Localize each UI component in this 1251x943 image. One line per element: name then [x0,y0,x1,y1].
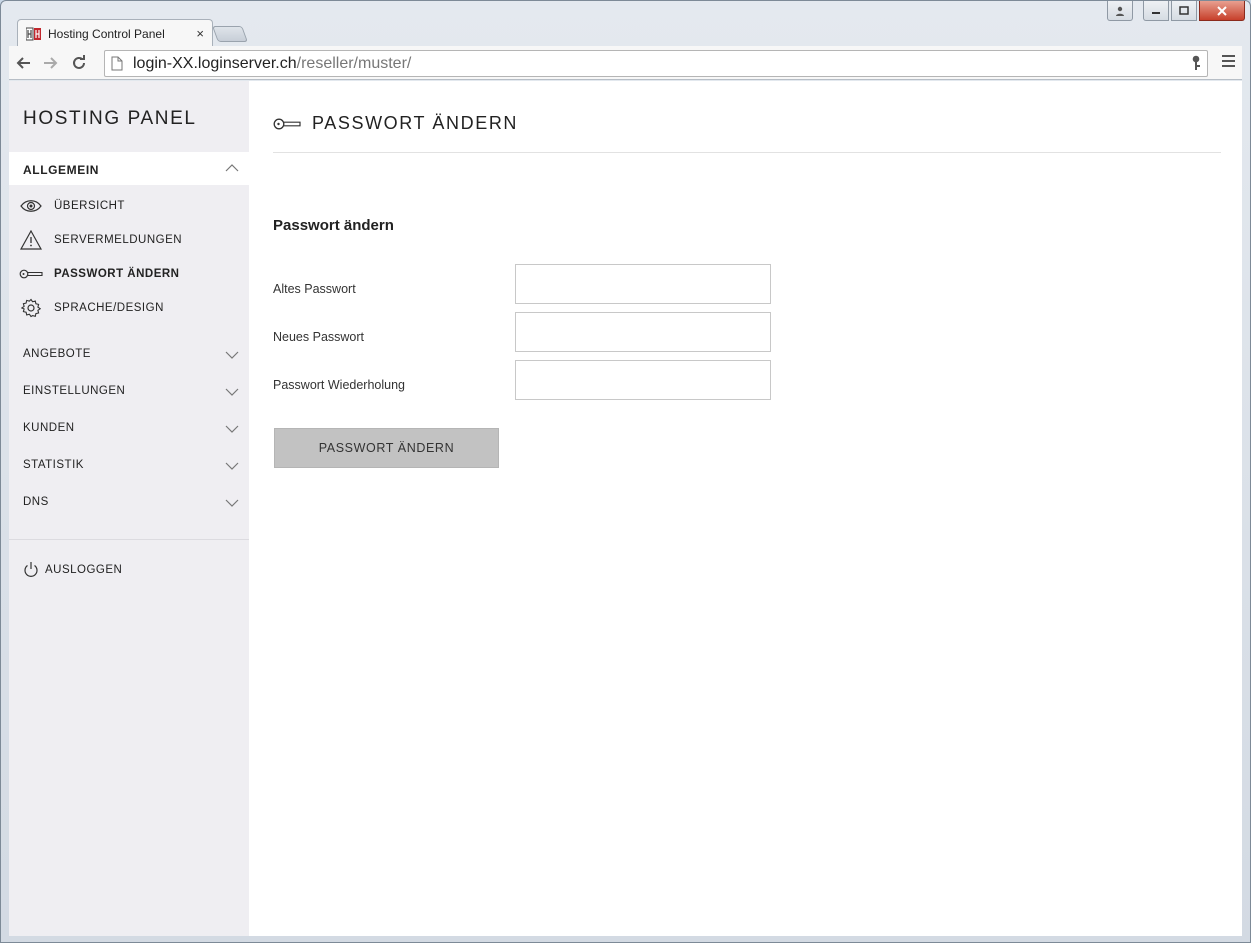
sidebar-group-label: STATISTIK [23,459,84,471]
sidebar-group-kunden[interactable]: KUNDEN [9,417,249,441]
password-key-button[interactable] [1191,55,1201,76]
page-header: PASSWORT ÄNDERN [273,113,1221,153]
eye-icon [19,196,43,216]
favicon-icon [26,27,42,41]
form-title: Passwort ändern [273,217,394,234]
chevron-down-icon [225,351,239,359]
sidebar-item-sprache-design[interactable]: SPRACHE/DESIGN [19,296,244,320]
tab-title: Hosting Control Panel [48,26,165,41]
sidebar-item-uebersicht[interactable]: ÜBERSICHT [19,194,244,218]
sidebar-divider [9,539,249,540]
section-allgemein-header[interactable]: ALLGEMEIN [9,152,249,185]
sidebar-group-einstellungen[interactable]: EINSTELLUNGEN [9,380,249,404]
browser-toolbar: login-XX.loginserver.ch/reseller/muster/ [9,46,1242,80]
sidebar-item-servermeldungen[interactable]: SERVERMELDUNGEN [19,228,244,252]
person-icon [1116,6,1124,16]
maximize-icon [1179,6,1189,15]
page-viewport: HOSTING PANEL ALLGEMEIN ÜBERSICHT SERVER… [9,81,1242,936]
sidebar-group-label: KUNDEN [23,422,75,434]
page-title: PASSWORT ÄNDERN [312,113,519,133]
arrow-left-icon [16,56,30,69]
close-icon [1217,5,1227,16]
maximize-button[interactable] [1171,1,1197,21]
sidebar-group-label: DNS [23,496,49,508]
url-path: /reseller/muster/ [296,54,412,72]
sidebar-item-label: SPRACHE/DESIGN [54,302,164,314]
new-tab-button[interactable] [212,26,248,42]
new-password-field[interactable] [515,312,771,352]
main-content: PASSWORT ÄNDERN Passwort ändern Altes Pa… [273,81,1221,936]
close-window-button[interactable] [1199,1,1245,21]
profile-button[interactable] [1107,1,1133,21]
forward-button[interactable] [37,49,65,77]
back-button[interactable] [9,49,37,77]
logout-link[interactable]: AUSLOGGEN [23,561,122,578]
sidebar-item-passwort-aendern[interactable]: PASSWORT ÄNDERN [19,262,244,286]
title-bar: Hosting Control Panel × [1,1,1250,47]
sidebar-item-label: SERVERMELDUNGEN [54,234,183,246]
change-password-button[interactable]: PASSWORT ÄNDERN [274,428,499,468]
sidebar-item-label: ÜBERSICHT [54,200,125,212]
key-icon [19,264,43,284]
key-icon [273,118,301,130]
sidebar-group-dns[interactable]: DNS [9,491,249,515]
brand-title: HOSTING PANEL [23,108,197,129]
chevron-down-icon [225,462,239,470]
chevron-up-icon [225,164,239,172]
reload-icon [73,54,85,69]
browser-tab[interactable]: Hosting Control Panel × [17,19,213,47]
minimize-button[interactable] [1143,1,1169,21]
sidebar-group-label: ANGEBOTE [23,348,91,360]
chevron-down-icon [225,388,239,396]
gear-icon [19,298,43,318]
tab-close-icon[interactable]: × [196,26,204,41]
warning-icon [19,230,43,250]
power-icon [24,562,38,577]
window-controls [1107,1,1245,21]
sidebar-group-statistik[interactable]: STATISTIK [9,454,249,478]
repeat-password-field[interactable] [515,360,771,400]
old-password-field[interactable] [515,264,771,304]
url-text: login-XX.loginserver.ch/reseller/muster/ [133,55,411,73]
new-password-label: Neues Passwort [273,330,365,344]
minimize-icon [1152,11,1160,14]
chrome-menu-button[interactable] [1218,52,1238,74]
key-icon [1192,55,1200,70]
sidebar: HOSTING PANEL ALLGEMEIN ÜBERSICHT SERVER… [9,81,249,936]
address-bar[interactable]: login-XX.loginserver.ch/reseller/muster/ [104,50,1208,77]
url-host: login-XX.loginserver.ch [133,54,297,72]
sidebar-group-label: EINSTELLUNGEN [23,385,126,397]
page-icon [111,56,123,71]
sidebar-group-angebote[interactable]: ANGEBOTE [9,343,249,367]
browser-window: Hosting Control Panel × login-XX.loginse… [0,0,1251,943]
sidebar-item-label: PASSWORT ÄNDERN [54,268,180,280]
chevron-down-icon [225,499,239,507]
arrow-right-icon [44,56,58,69]
repeat-password-label: Passwort Wiederholung [273,378,406,392]
old-password-label: Altes Passwort [273,282,356,296]
section-label: ALLGEMEIN [23,163,100,177]
reload-button[interactable] [65,49,93,77]
chevron-down-icon [225,425,239,433]
logout-label: AUSLOGGEN [45,563,123,576]
